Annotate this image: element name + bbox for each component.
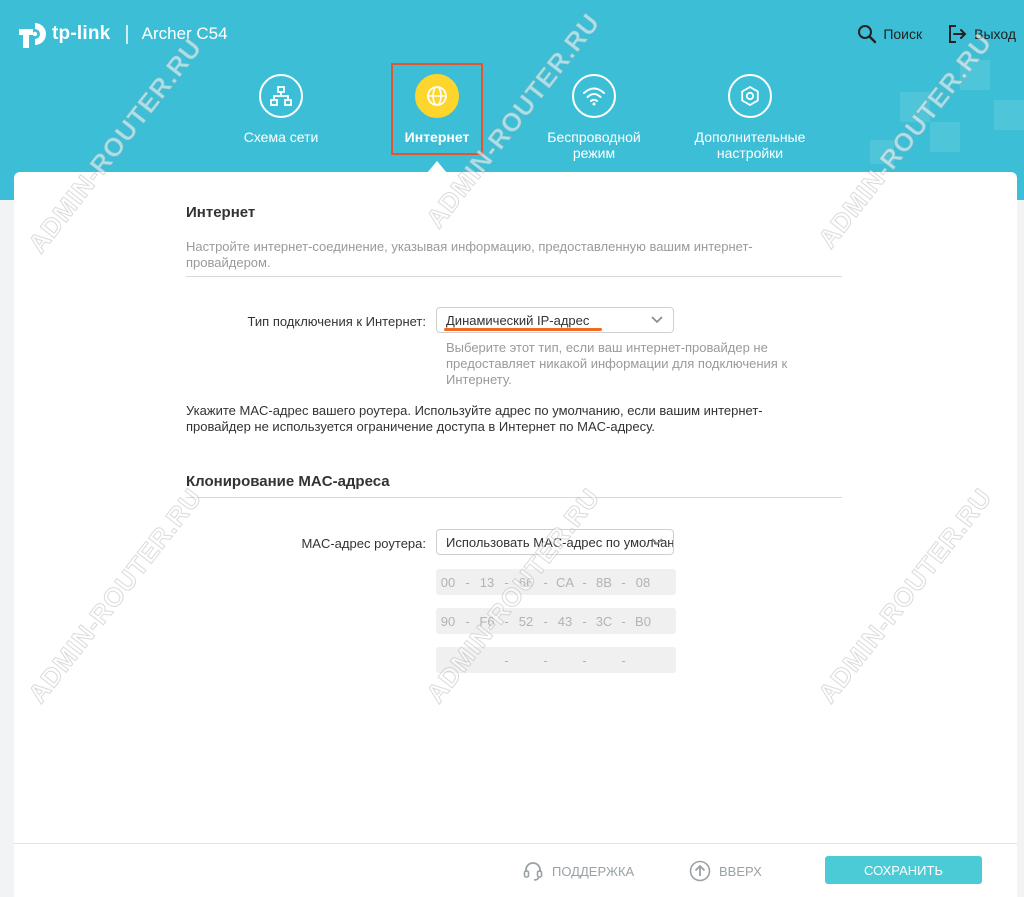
main-panel: Интернет Настройте интернет-соединение, … bbox=[14, 172, 1017, 896]
main-nav: Схема сети Интернет Беспроводной режим Д… bbox=[0, 0, 1024, 200]
mac-octet: 43 bbox=[557, 613, 573, 629]
save-button[interactable]: СОХРАНИТЬ bbox=[825, 856, 982, 884]
chevron-down-icon bbox=[651, 316, 663, 324]
top-label: ВВЕРХ bbox=[719, 863, 762, 879]
nav-label-advanced: Дополнительные настройки bbox=[694, 129, 806, 161]
nav-label-network-map: Схема сети bbox=[243, 129, 319, 145]
connection-type-value: Динамический IP-адрес bbox=[446, 313, 590, 328]
mac-octet: CA bbox=[555, 574, 575, 590]
nav-label-wireless: Беспроводной режим bbox=[547, 129, 641, 161]
mac-address-field[interactable]: 90- F6- 52- 43- 3C - B0 bbox=[436, 608, 676, 634]
highlight-underline bbox=[444, 328, 602, 331]
nav-item-advanced[interactable]: Дополнительные настройки bbox=[675, 74, 825, 161]
section-divider bbox=[186, 497, 842, 498]
active-nav-highlight bbox=[391, 63, 483, 155]
mac-octet: 13 bbox=[479, 574, 495, 590]
mac-address-field[interactable]: - - - - - bbox=[436, 647, 676, 673]
mac-octet: 8B bbox=[596, 574, 612, 590]
mac-octet: 66 bbox=[518, 574, 534, 590]
mac-octet: 3C bbox=[595, 613, 613, 629]
mac-octet: 90 bbox=[440, 613, 456, 629]
mac-octet: B0 bbox=[635, 613, 651, 629]
connection-type-hint: Выберите этот тип, если ваш интернет-про… bbox=[446, 340, 788, 387]
network-map-icon bbox=[270, 86, 292, 106]
chevron-down-icon bbox=[651, 538, 663, 546]
mac-octet: 08 bbox=[635, 574, 651, 590]
internet-description: Настройте интернет-соединение, указывая … bbox=[186, 239, 753, 270]
nav-item-wireless[interactable]: Беспроводной режим bbox=[519, 74, 669, 161]
back-to-top-button[interactable]: ВВЕРХ bbox=[689, 860, 762, 882]
router-mac-value: Использовать MAC-адрес по умолчанию bbox=[446, 535, 674, 550]
internet-section-title: Интернет bbox=[186, 204, 256, 221]
mac-octet: 00 bbox=[440, 574, 456, 590]
wifi-icon bbox=[583, 87, 605, 106]
mac-clone-section-title: Клонирование MAC-адреса bbox=[186, 473, 390, 490]
footer-bar: ПОДДЕРЖКА ВВЕРХ СОХРАНИТЬ bbox=[14, 843, 1017, 897]
header-bar: tp-link | Archer C54 Поиск Выход Схема с… bbox=[0, 0, 1024, 200]
mac-octet: F6 bbox=[479, 613, 495, 629]
mac-octet: 52 bbox=[518, 613, 534, 629]
router-mac-label: MAC-адрес роутера: bbox=[301, 536, 426, 551]
support-button[interactable]: ПОДДЕРЖКА bbox=[522, 860, 634, 882]
gear-icon bbox=[741, 85, 759, 107]
nav-item-network-map[interactable]: Схема сети bbox=[206, 74, 356, 145]
support-label: ПОДДЕРЖКА bbox=[552, 863, 635, 879]
mac-address-field[interactable]: 00- 13- 66- CA - 8B - 08 bbox=[436, 569, 676, 595]
arrow-up-circle-icon bbox=[689, 860, 711, 882]
connection-type-label: Тип подключения к Интернет: bbox=[247, 314, 426, 329]
headset-icon bbox=[523, 862, 543, 881]
mac-note: Укажите MAC-адрес вашего роутера. Исполь… bbox=[186, 403, 763, 434]
router-mac-select[interactable]: Использовать MAC-адрес по умолчанию bbox=[436, 529, 674, 555]
section-divider bbox=[186, 276, 842, 277]
